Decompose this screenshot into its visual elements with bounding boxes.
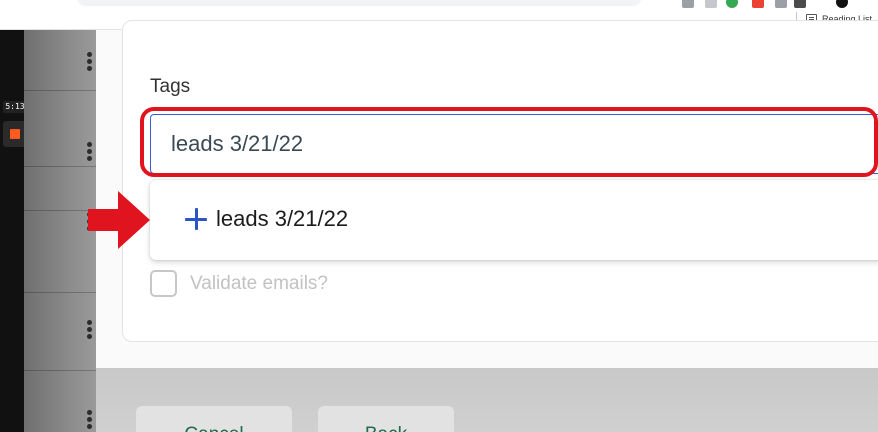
tags-label: Tags <box>150 76 191 97</box>
plus-icon <box>184 207 208 231</box>
extension-icon[interactable] <box>752 0 764 8</box>
background-panel <box>24 30 96 432</box>
address-bar[interactable] <box>76 0 642 6</box>
validate-emails-label: Validate emails? <box>190 272 329 294</box>
extension-icon[interactable] <box>794 0 806 8</box>
back-button[interactable]: Back <box>318 406 454 432</box>
tags-input[interactable]: leads 3/21/22 <box>150 114 878 174</box>
profile-avatar[interactable] <box>836 0 848 8</box>
validate-emails-option[interactable]: Validate emails? <box>150 270 328 297</box>
extension-icon[interactable] <box>775 0 787 8</box>
screen: Reading List 5:13 Tags leads 3/21/22 lea… <box>0 0 878 432</box>
extension-icon[interactable] <box>726 0 738 8</box>
cancel-button-label: Cancel <box>136 424 292 432</box>
cancel-button[interactable]: Cancel <box>136 406 292 432</box>
drag-handle-icon[interactable] <box>87 52 93 72</box>
validate-emails-checkbox[interactable] <box>150 270 177 297</box>
drag-handle-icon[interactable] <box>87 320 93 340</box>
stop-icon <box>10 129 20 139</box>
extension-icon[interactable] <box>705 0 717 8</box>
drag-handle-icon[interactable] <box>87 410 93 430</box>
recorder-sidebar <box>0 30 24 432</box>
back-button-label: Back <box>318 424 454 432</box>
tags-input-value: leads 3/21/22 <box>171 131 304 156</box>
create-tag-option-label: leads 3/21/22 <box>216 206 349 231</box>
extension-icon[interactable] <box>682 0 694 8</box>
tag-suggestion-dropdown: leads 3/21/22 <box>150 180 878 260</box>
create-tag-option[interactable]: leads 3/21/22 <box>184 202 348 236</box>
arrow-annotation-icon <box>88 191 150 249</box>
drag-handle-icon[interactable] <box>87 142 93 162</box>
